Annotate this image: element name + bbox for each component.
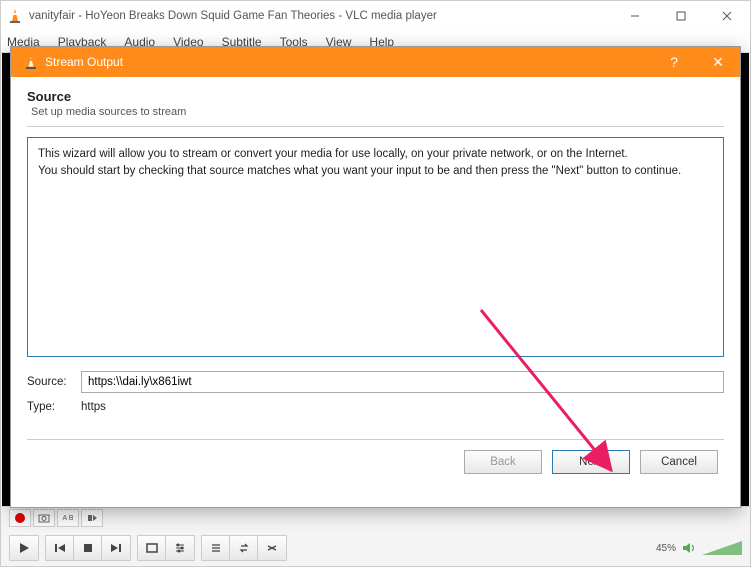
back-button[interactable]: Back bbox=[464, 450, 542, 474]
snapshot-button[interactable] bbox=[33, 509, 55, 527]
vlc-icon bbox=[7, 8, 23, 24]
section-title: Source bbox=[27, 89, 724, 104]
stream-output-dialog: Stream Output ? × Source Set up media so… bbox=[10, 46, 741, 508]
stop-button[interactable] bbox=[74, 536, 102, 560]
loop-ab-button[interactable]: A B bbox=[57, 509, 79, 527]
bottom-controls: A B 45% bbox=[1, 506, 750, 566]
playlist-button[interactable] bbox=[202, 536, 230, 560]
maximize-button[interactable] bbox=[658, 1, 704, 31]
info-box: This wizard will allow you to stream or … bbox=[27, 137, 724, 357]
frame-step-button[interactable] bbox=[81, 509, 103, 527]
info-line-1: This wizard will allow you to stream or … bbox=[38, 146, 713, 163]
dialog-close-button[interactable]: × bbox=[696, 47, 740, 77]
extended-settings-button[interactable] bbox=[166, 536, 194, 560]
fullscreen-button[interactable] bbox=[138, 536, 166, 560]
type-label: Type: bbox=[27, 401, 81, 413]
section-subtitle: Set up media sources to stream bbox=[31, 106, 724, 118]
vlc-icon bbox=[23, 54, 39, 70]
volume-slider[interactable] bbox=[702, 541, 742, 555]
cancel-button[interactable]: Cancel bbox=[640, 450, 718, 474]
info-line-2: You should start by checking that source… bbox=[38, 163, 713, 180]
play-button[interactable] bbox=[9, 535, 39, 561]
close-button[interactable] bbox=[704, 1, 750, 31]
divider bbox=[27, 439, 724, 440]
window-controls bbox=[612, 1, 750, 31]
help-button[interactable]: ? bbox=[652, 47, 696, 77]
minimize-button[interactable] bbox=[612, 1, 658, 31]
shuffle-button[interactable] bbox=[258, 536, 286, 560]
dialog-title: Stream Output bbox=[45, 55, 652, 69]
speaker-icon[interactable] bbox=[682, 541, 696, 555]
source-input[interactable] bbox=[81, 371, 724, 393]
next-button[interactable]: Next bbox=[552, 450, 630, 474]
dialog-titlebar[interactable]: Stream Output ? × bbox=[11, 47, 740, 77]
next-button[interactable] bbox=[102, 536, 130, 560]
source-label: Source: bbox=[27, 376, 81, 388]
loop-button[interactable] bbox=[230, 536, 258, 560]
main-titlebar: vanityfair - HoYeon Breaks Down Squid Ga… bbox=[1, 1, 750, 31]
record-button[interactable] bbox=[9, 509, 31, 527]
prev-button[interactable] bbox=[46, 536, 74, 560]
window-title: vanityfair - HoYeon Breaks Down Squid Ga… bbox=[29, 10, 612, 22]
volume-percent: 45% bbox=[656, 543, 676, 554]
type-value: https bbox=[81, 401, 106, 413]
divider bbox=[27, 126, 724, 127]
